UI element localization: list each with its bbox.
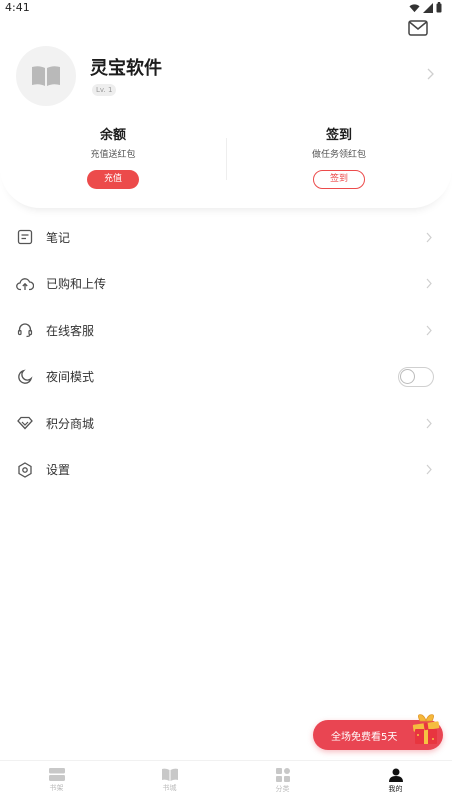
menu-item-notes[interactable]: 笔记 <box>0 214 452 261</box>
status-icons <box>409 2 442 13</box>
avatar[interactable] <box>16 46 76 106</box>
level-badge: Lv. 1 <box>92 84 117 96</box>
menu-item-settings[interactable]: 设置 <box>0 447 452 494</box>
mail-icon <box>408 20 428 36</box>
settings-menu: 笔记 已购和上传 在线客服 夜间模式 积分商城 设置 <box>0 214 452 493</box>
menu-label: 笔记 <box>46 230 71 245</box>
toggle-knob <box>400 368 415 384</box>
menu-label: 在线客服 <box>46 323 95 338</box>
menu-label: 设置 <box>46 463 71 478</box>
signin-section: 签到 做任务领红包 签到 <box>226 126 452 189</box>
message-button[interactable] <box>408 20 428 38</box>
status-time: 4:41 <box>5 1 30 14</box>
signal-icon <box>423 2 433 13</box>
chevron-right-icon <box>426 278 432 289</box>
settings-icon <box>16 461 34 479</box>
diamond-icon <box>16 414 34 432</box>
cloud-upload-icon <box>16 275 34 293</box>
bottom-tab-bar: 书架 书城 分类 我的 <box>0 760 452 800</box>
profile-header[interactable]: 灵宝软件 Lv. 1 <box>16 46 436 108</box>
open-book-icon <box>32 66 60 86</box>
tab-label: 书架 <box>49 784 64 792</box>
tab-mine[interactable]: 我的 <box>339 761 452 800</box>
tab-label: 分类 <box>275 785 290 793</box>
person-icon <box>388 768 403 782</box>
signin-title: 签到 <box>325 128 352 143</box>
signin-subtitle: 做任务领红包 <box>311 150 366 160</box>
menu-item-night-mode: 夜间模式 <box>0 354 452 401</box>
tab-label: 我的 <box>388 785 403 793</box>
book-city-icon <box>161 768 178 781</box>
battery-icon <box>436 2 442 13</box>
night-mode-toggle[interactable] <box>398 366 434 387</box>
tab-book-city[interactable]: 书城 <box>113 761 226 800</box>
recharge-button[interactable]: 充值 <box>87 170 139 189</box>
menu-label: 夜间模式 <box>46 370 95 385</box>
menu-label: 积分商城 <box>46 416 95 431</box>
signin-button[interactable]: 签到 <box>313 170 365 189</box>
chevron-right-icon <box>426 464 432 475</box>
menu-item-purchased-uploads[interactable]: 已购和上传 <box>0 261 452 308</box>
bookshelf-icon <box>48 768 65 781</box>
menu-item-points-mall[interactable]: 积分商城 <box>0 400 452 447</box>
status-bar: 4:41 <box>0 0 452 16</box>
balance-subtitle: 充值送红包 <box>90 150 136 160</box>
chevron-right-icon <box>427 68 434 80</box>
headset-icon <box>16 321 34 339</box>
category-icon <box>275 768 290 782</box>
tab-label: 书城 <box>162 784 177 792</box>
chevron-right-icon <box>426 325 432 336</box>
menu-item-customer-service[interactable]: 在线客服 <box>0 307 452 354</box>
wallet-card: 余额 充值送红包 充值 签到 做任务领红包 签到 <box>0 116 452 208</box>
note-icon <box>16 228 34 246</box>
wifi-icon <box>409 3 420 12</box>
user-name: 灵宝软件 <box>90 58 162 79</box>
moon-icon <box>16 368 34 386</box>
tab-bookshelf[interactable]: 书架 <box>0 761 113 800</box>
tab-category[interactable]: 分类 <box>226 761 339 800</box>
chevron-right-icon <box>426 418 432 429</box>
promo-label: 全场免费看5天 <box>331 732 398 743</box>
balance-section: 余额 充值送红包 充值 <box>0 126 226 189</box>
chevron-right-icon <box>426 232 432 243</box>
gift-box-icon[interactable] <box>408 711 444 747</box>
balance-title: 余额 <box>99 128 126 143</box>
menu-label: 已购和上传 <box>46 277 107 292</box>
